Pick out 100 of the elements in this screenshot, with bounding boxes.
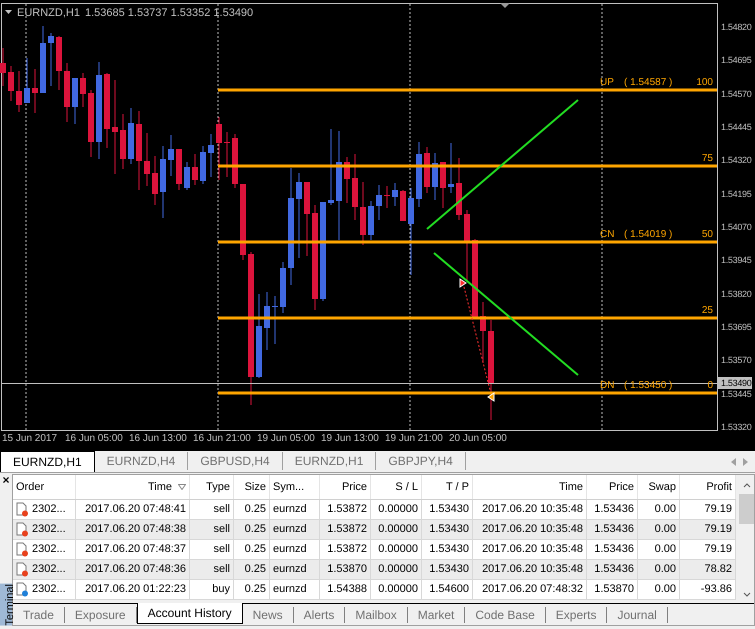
terminal-tab[interactable]: News <box>242 607 294 623</box>
terminal-tab[interactable]: Journal <box>607 607 668 623</box>
column-label: Time <box>148 480 172 495</box>
chart-shift-icon[interactable] <box>500 3 510 8</box>
column-header[interactable]: Price <box>587 475 638 499</box>
candlestick <box>40 26 46 94</box>
terminal-label: Terminal <box>0 584 12 626</box>
table-cell: 1.53870 <box>587 580 638 600</box>
candlestick <box>192 154 198 186</box>
document-icon <box>16 562 29 577</box>
column-label: Swap <box>648 480 676 495</box>
chart-tab[interactable]: GBPJPY,H4 <box>376 452 466 470</box>
document-icon <box>16 522 29 537</box>
price-label: 1.54445 <box>721 122 752 132</box>
table-cell: 2017.06.20 01:22:23 <box>76 580 190 600</box>
column-label: Sym... <box>273 480 304 495</box>
chart-tab[interactable]: EURNZD,H1 <box>282 452 376 470</box>
column-header[interactable]: Order <box>13 475 76 499</box>
chart-tab[interactable]: EURNZD,H4 <box>94 452 188 470</box>
candlestick <box>32 68 38 114</box>
column-label: Price <box>608 480 634 495</box>
candlestick <box>80 72 86 108</box>
arrow-icon <box>487 392 494 402</box>
price-label: 1.53695 <box>721 322 752 332</box>
table-cell: buy <box>190 580 234 600</box>
candlestick <box>352 154 358 220</box>
table-cell: -93.86 <box>680 580 736 600</box>
chevron-up-icon[interactable] <box>742 483 750 488</box>
terminal-tab[interactable]: Account History <box>136 603 243 624</box>
table-cell: 2017.06.20 07:48:32 <box>473 580 587 600</box>
column-header[interactable]: Type <box>190 475 234 499</box>
level-price: ( 1.54019 ) <box>624 230 672 240</box>
column-header[interactable]: Swap <box>638 475 680 499</box>
candlestick <box>400 190 406 222</box>
level-percent: 25 <box>702 306 713 316</box>
column-label: Size <box>244 480 266 495</box>
candlestick <box>168 134 174 176</box>
price-label: 1.53945 <box>721 256 752 266</box>
table-cell: 1.54388 <box>320 580 371 600</box>
chevron-down-icon[interactable] <box>742 592 750 597</box>
candlestick <box>376 184 382 220</box>
terminal-tab[interactable]: Mailbox <box>345 607 408 623</box>
candlestick <box>48 32 54 86</box>
close-button[interactable]: × <box>2 474 10 486</box>
price-label: 1.53570 <box>721 356 752 366</box>
candlestick <box>176 148 182 190</box>
sort-icon <box>178 484 186 490</box>
candlestick <box>24 58 30 104</box>
candlestick <box>416 142 422 208</box>
candlestick <box>448 142 454 194</box>
candlestick <box>344 156 350 204</box>
price-label: 1.53320 <box>721 422 752 432</box>
candlestick <box>456 158 462 220</box>
terminal-tab[interactable]: Market <box>408 607 466 623</box>
scroll-right-icon[interactable] <box>743 458 748 466</box>
chart-tab[interactable]: EURNZD,H1 <box>0 451 95 472</box>
trend-line[interactable] <box>426 99 579 230</box>
chart-tab[interactable]: GBPUSD,H4 <box>188 452 283 470</box>
time-label: 16 Jun 13:00 <box>129 434 187 444</box>
column-header[interactable]: Sym... <box>270 475 320 499</box>
scrollbar-thumb[interactable] <box>739 494 754 524</box>
terminal-tab[interactable]: Code Base <box>465 607 546 623</box>
candlestick <box>216 116 222 180</box>
candlestick <box>424 146 430 194</box>
terminal-tab[interactable]: Alerts <box>294 607 346 623</box>
candlestick <box>360 182 366 246</box>
candlestick <box>272 296 278 344</box>
column-header[interactable]: S / L <box>371 475 422 499</box>
level-price: ( 1.54587 ) <box>624 78 672 88</box>
table-cell: 0.00000 <box>371 580 422 600</box>
column-header[interactable]: T / P <box>422 475 473 499</box>
candlestick <box>144 132 150 186</box>
current-price-label: 1.53490 <box>718 377 752 389</box>
level-percent: 100 <box>696 78 713 88</box>
chart-title: EURNZD,H1 <box>17 6 80 21</box>
candlestick <box>280 262 286 314</box>
level-name: UP <box>600 78 615 88</box>
table-cell: 1.54600 <box>422 580 473 600</box>
time-label: 16 Jun 05:00 <box>65 434 123 444</box>
dropdown-icon[interactable] <box>5 10 12 14</box>
trend-line[interactable] <box>433 252 579 376</box>
candlestick <box>224 132 230 178</box>
level-percent: 50 <box>702 230 713 240</box>
price-label: 1.53820 <box>721 290 752 299</box>
time-label: 20 Jun 05:00 <box>449 434 507 444</box>
terminal-tab[interactable]: Trade <box>13 607 65 623</box>
candlestick <box>8 66 14 102</box>
column-header[interactable]: Time <box>76 475 190 499</box>
column-header[interactable]: Profit <box>680 475 736 499</box>
column-header[interactable]: Size <box>234 475 270 499</box>
price-label: 1.54195 <box>721 190 752 199</box>
terminal-tab[interactable]: Experts <box>546 607 608 623</box>
candlestick <box>392 182 398 206</box>
scroll-left-icon[interactable] <box>731 458 736 466</box>
column-header[interactable]: Time <box>473 475 587 499</box>
level-name: CN <box>600 230 616 240</box>
candlestick <box>120 114 126 170</box>
candlestick <box>0 48 6 86</box>
column-header[interactable]: Price <box>320 475 371 499</box>
ohlc-values: 1.53685 1.53737 1.53352 1.53490 <box>84 6 254 21</box>
